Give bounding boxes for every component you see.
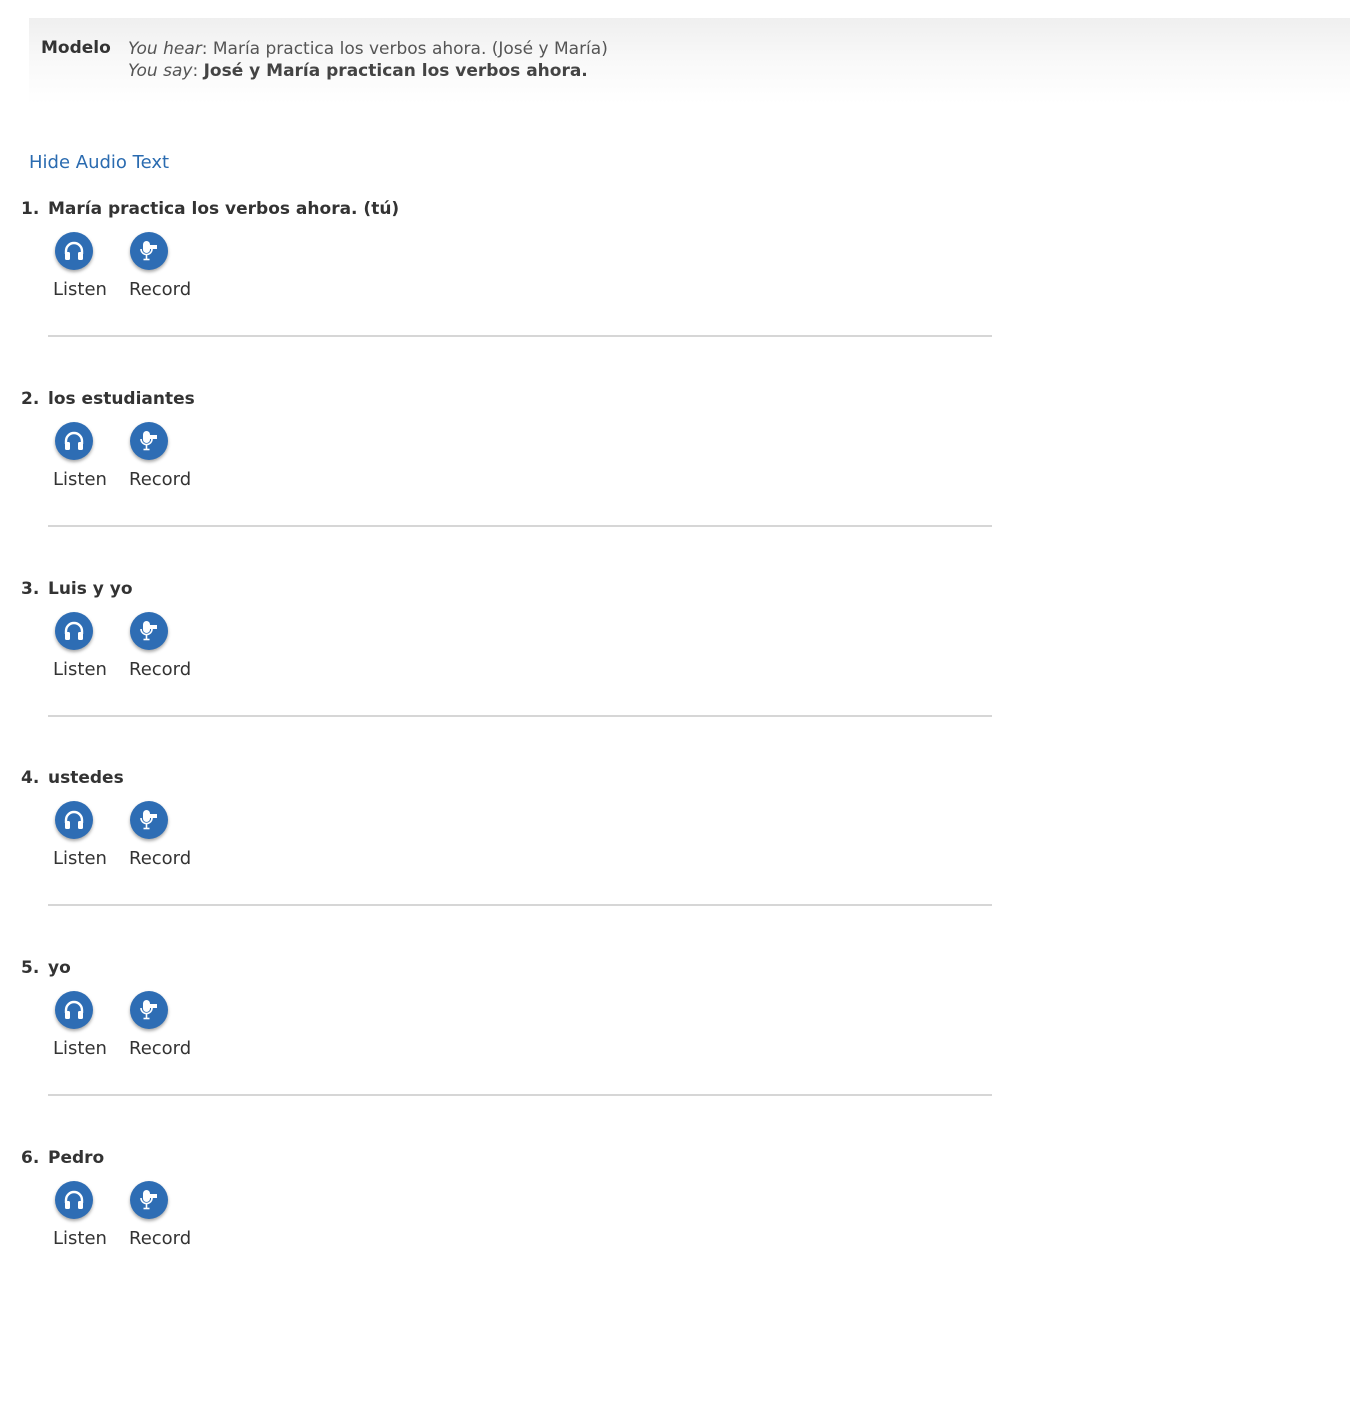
item-number: 4. <box>21 768 40 788</box>
listen-button[interactable]: Listen <box>50 1181 130 1261</box>
modelo-label: Modelo <box>41 38 111 58</box>
listen-circle[interactable] <box>55 991 93 1029</box>
headphones-icon <box>64 1000 84 1019</box>
listen-label[interactable]: Listen <box>53 469 107 490</box>
record-button[interactable]: Record <box>125 991 205 1071</box>
record-button[interactable]: Record <box>125 422 205 502</box>
listen-button[interactable]: Listen <box>50 612 130 692</box>
item-prompt: Pedro <box>48 1148 105 1168</box>
item-number: 6. <box>21 1148 40 1168</box>
record-circle[interactable] <box>130 422 168 460</box>
item-number: 2. <box>21 389 40 409</box>
modelo-box: Modelo You hear: María practica los verb… <box>29 18 1350 104</box>
headphones-icon <box>64 810 84 829</box>
list-item: 1. María practica los verbos ahora. (tú)… <box>0 199 1000 359</box>
record-circle[interactable] <box>130 801 168 839</box>
listen-label[interactable]: Listen <box>53 848 107 869</box>
listen-label[interactable]: Listen <box>53 1228 107 1249</box>
item-divider <box>48 715 992 717</box>
record-button[interactable]: Record <box>125 232 205 312</box>
you-say-prefix: You say <box>128 61 193 81</box>
modelo-example: You hear: María practica los verbos ahor… <box>128 38 608 82</box>
item-prompt: yo <box>48 958 71 978</box>
listen-button[interactable]: Listen <box>50 801 130 881</box>
list-item: 6. Pedro Listen Record <box>0 1148 1000 1308</box>
hide-audio-text-link[interactable]: Hide Audio Text <box>29 152 169 173</box>
listen-label[interactable]: Listen <box>53 1038 107 1059</box>
list-item: 2. los estudiantes Listen Record <box>0 389 1000 549</box>
record-label[interactable]: Record <box>129 1038 191 1059</box>
record-circle[interactable] <box>130 991 168 1029</box>
record-button[interactable]: Record <box>125 801 205 881</box>
item-number: 1. <box>21 199 40 219</box>
item-prompt: María practica los verbos ahora. (tú) <box>48 199 400 219</box>
you-say-colon: : <box>192 61 204 81</box>
item-divider <box>48 335 992 337</box>
list-item: 5. yo Listen Record <box>0 958 1000 1118</box>
listen-circle[interactable] <box>55 612 93 650</box>
record-button[interactable]: Record <box>125 612 205 692</box>
listen-circle[interactable] <box>55 801 93 839</box>
item-number: 5. <box>21 958 40 978</box>
listen-circle[interactable] <box>55 232 93 270</box>
item-divider <box>48 904 992 906</box>
record-label[interactable]: Record <box>129 469 191 490</box>
record-button[interactable]: Record <box>125 1181 205 1261</box>
headphones-icon <box>64 1190 84 1209</box>
headphones-icon <box>64 621 84 640</box>
item-number: 3. <box>21 579 40 599</box>
you-hear-prefix: You hear <box>128 39 202 59</box>
modelo-say-line: You say: José y María practican los verb… <box>128 60 608 82</box>
record-label[interactable]: Record <box>129 848 191 869</box>
you-hear-text: : María practica los verbos ahora. (José… <box>201 39 608 59</box>
item-prompt: Luis y yo <box>48 579 133 599</box>
item-prompt: los estudiantes <box>48 389 195 409</box>
listen-button[interactable]: Listen <box>50 232 130 312</box>
modelo-hear-line: You hear: María practica los verbos ahor… <box>128 38 608 60</box>
list-item: 4. ustedes Listen Record <box>0 768 1000 928</box>
microphone-icon <box>140 1000 157 1020</box>
you-say-answer: José y María practican los verbos ahora. <box>203 61 588 81</box>
record-circle[interactable] <box>130 1181 168 1219</box>
microphone-icon <box>140 621 157 641</box>
listen-button[interactable]: Listen <box>50 991 130 1071</box>
record-label[interactable]: Record <box>129 279 191 300</box>
listen-circle[interactable] <box>55 1181 93 1219</box>
listen-label[interactable]: Listen <box>53 279 107 300</box>
record-circle[interactable] <box>130 612 168 650</box>
headphones-icon <box>64 431 84 450</box>
listen-button[interactable]: Listen <box>50 422 130 502</box>
headphones-icon <box>64 241 84 260</box>
microphone-icon <box>140 810 157 830</box>
item-divider <box>48 1094 992 1096</box>
listen-circle[interactable] <box>55 422 93 460</box>
microphone-icon <box>140 241 157 261</box>
record-label[interactable]: Record <box>129 659 191 680</box>
microphone-icon <box>140 1190 157 1210</box>
record-circle[interactable] <box>130 232 168 270</box>
microphone-icon <box>140 431 157 451</box>
item-divider <box>48 525 992 527</box>
record-label[interactable]: Record <box>129 1228 191 1249</box>
listen-label[interactable]: Listen <box>53 659 107 680</box>
list-item: 3. Luis y yo Listen Record <box>0 579 1000 739</box>
item-prompt: ustedes <box>48 768 124 788</box>
